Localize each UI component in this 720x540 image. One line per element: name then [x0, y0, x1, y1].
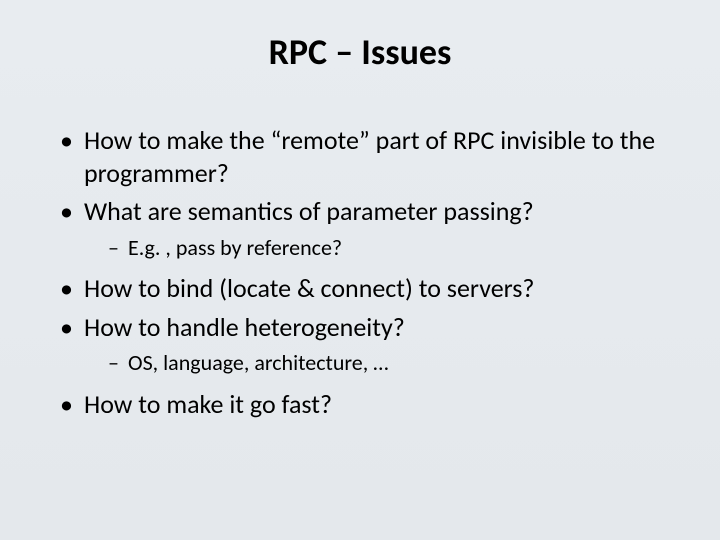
- slide-title: RPC – Issues: [40, 30, 680, 74]
- sub-bullet-item: – OS, language, architecture, …: [108, 349, 680, 378]
- sub-bullet-text: E.g. , pass by reference?: [128, 234, 342, 263]
- bullet-text: How to make the “remote” part of RPC inv…: [84, 124, 680, 189]
- bullet-text: How to make it go fast?: [84, 388, 332, 421]
- bullet-item: • How to make the “remote” part of RPC i…: [60, 124, 680, 189]
- bullet-marker: •: [60, 272, 84, 305]
- bullet-marker: •: [60, 388, 84, 421]
- dash-marker: –: [108, 349, 128, 378]
- bullet-marker: •: [60, 195, 84, 228]
- sub-bullet-text: OS, language, architecture, …: [128, 349, 388, 378]
- bullet-item: • What are semantics of parameter passin…: [60, 195, 680, 228]
- dash-marker: –: [108, 234, 128, 263]
- slide: RPC – Issues • How to make the “remote” …: [0, 0, 720, 540]
- bullet-item: • How to bind (locate & connect) to serv…: [60, 272, 680, 305]
- bullet-marker: •: [60, 124, 84, 189]
- bullet-item: • How to make it go fast?: [60, 388, 680, 421]
- slide-content: • How to make the “remote” part of RPC i…: [40, 124, 680, 420]
- bullet-item: • How to handle heterogeneity?: [60, 311, 680, 344]
- bullet-text: How to handle heterogeneity?: [84, 311, 405, 344]
- bullet-text: How to bind (locate & connect) to server…: [84, 272, 534, 305]
- bullet-text: What are semantics of parameter passing?: [84, 195, 534, 228]
- sub-bullet-item: – E.g. , pass by reference?: [108, 234, 680, 263]
- bullet-marker: •: [60, 311, 84, 344]
